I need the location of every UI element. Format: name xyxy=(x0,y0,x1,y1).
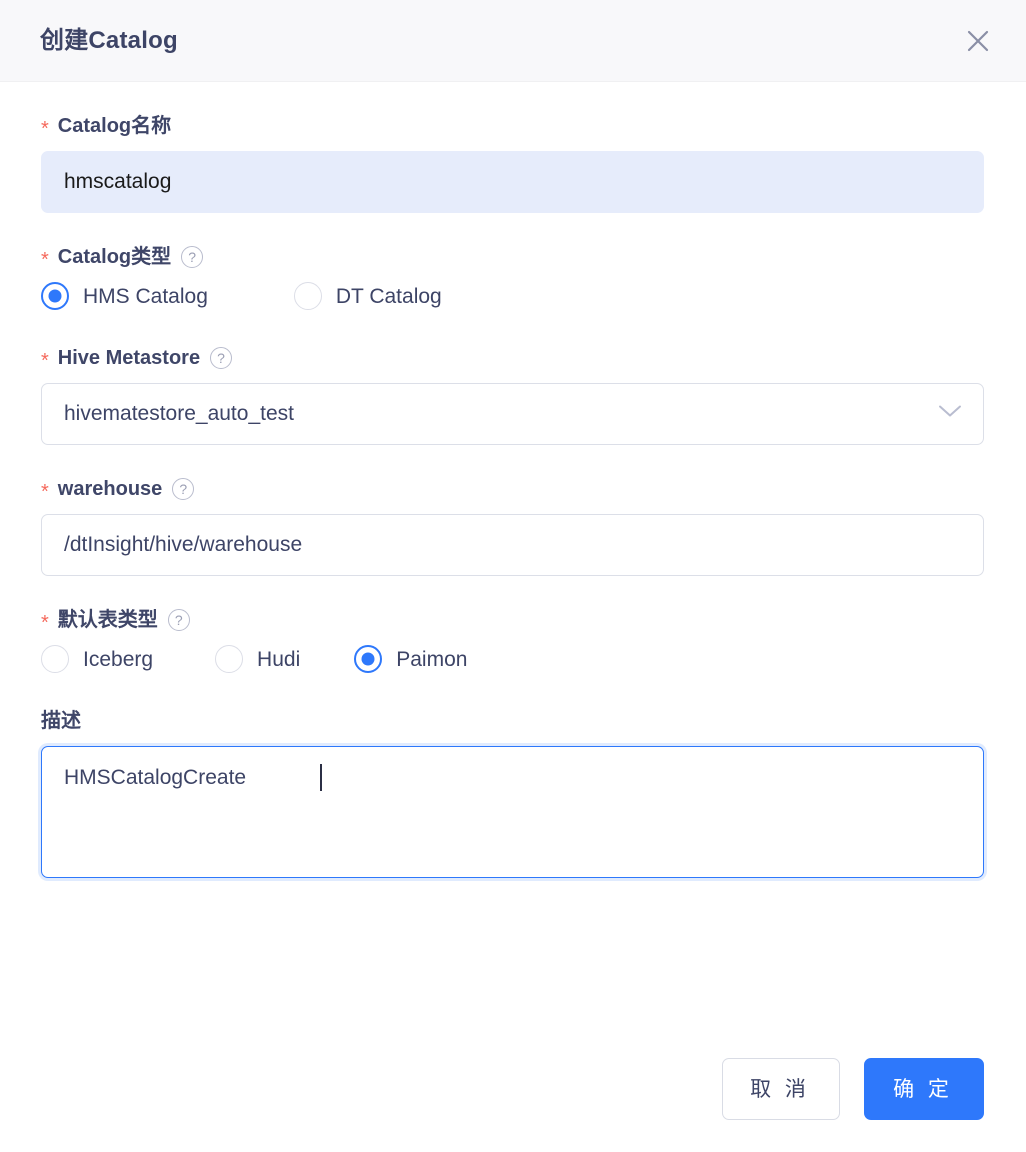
default-table-type-radio-group: Iceberg Hudi Paimon xyxy=(41,645,984,673)
label-text: 默认表类型 xyxy=(57,609,158,631)
help-icon[interactable]: ? xyxy=(167,609,190,631)
radio-indicator xyxy=(41,645,69,673)
field-catalog-type: * Catalog类型 ? HMS Catalog DT Catalog xyxy=(41,246,984,310)
radio-dt-catalog[interactable]: DT Catalog xyxy=(293,282,442,310)
confirm-button[interactable]: 确 定 xyxy=(864,1058,984,1120)
help-icon[interactable]: ? xyxy=(172,478,195,500)
close-button[interactable] xyxy=(956,19,1000,63)
radio-indicator xyxy=(293,282,322,310)
close-icon xyxy=(963,26,993,56)
radio-paimon[interactable]: Paimon xyxy=(354,645,467,673)
label-text: Catalog类型 xyxy=(57,246,172,268)
cancel-button[interactable]: 取 消 xyxy=(722,1058,840,1120)
dialog-footer: 取 消 确 定 xyxy=(0,1036,1026,1152)
required-asterisk: * xyxy=(41,481,49,503)
default-table-type-label: * 默认表类型 ? xyxy=(41,609,984,634)
hive-metastore-input[interactable] xyxy=(41,383,984,445)
create-catalog-dialog: 创建Catalog * Catalog名称 * Catalog类型 ? xyxy=(0,0,1026,1152)
warehouse-label: * warehouse ? xyxy=(41,478,984,503)
field-catalog-name: * Catalog名称 xyxy=(41,115,984,213)
required-asterisk: * xyxy=(41,350,49,372)
field-default-table-type: * 默认表类型 ? Iceberg Hudi Paimon xyxy=(41,609,984,673)
description-label: 描述 xyxy=(41,710,984,732)
radio-indicator xyxy=(215,645,244,673)
field-warehouse: * warehouse ? xyxy=(41,478,984,576)
dialog-body: * Catalog名称 * Catalog类型 ? HMS Catalog DT… xyxy=(0,82,1026,1036)
page-title: 创建Catalog xyxy=(40,26,178,54)
field-hive-metastore: * Hive Metastore ? xyxy=(41,347,984,445)
radio-label: HMS Catalog xyxy=(83,284,208,308)
catalog-name-input[interactable] xyxy=(41,151,984,213)
hive-metastore-label: * Hive Metastore ? xyxy=(41,347,984,372)
help-icon[interactable]: ? xyxy=(210,347,233,369)
dialog-header: 创建Catalog xyxy=(0,0,1026,82)
radio-iceberg[interactable]: Iceberg xyxy=(41,645,153,673)
text-cursor xyxy=(320,764,322,791)
required-asterisk: * xyxy=(41,249,49,271)
description-textarea[interactable] xyxy=(41,746,984,878)
radio-hms-catalog[interactable]: HMS Catalog xyxy=(41,282,208,310)
catalog-type-radio-group: HMS Catalog DT Catalog xyxy=(41,282,984,310)
radio-hudi[interactable]: Hudi xyxy=(215,645,300,673)
label-text: Hive Metastore xyxy=(57,347,201,369)
label-text: 描述 xyxy=(41,710,81,732)
radio-label: Iceberg xyxy=(83,647,154,671)
hive-metastore-select[interactable] xyxy=(41,383,984,445)
radio-indicator xyxy=(354,645,383,673)
radio-label: DT Catalog xyxy=(335,284,442,308)
radio-indicator xyxy=(41,282,69,310)
description-shell xyxy=(41,746,984,878)
catalog-name-label: * Catalog名称 xyxy=(41,115,984,140)
field-description: 描述 xyxy=(41,710,984,878)
radio-label: Hudi xyxy=(257,647,301,671)
required-asterisk: * xyxy=(41,612,49,634)
help-icon[interactable]: ? xyxy=(181,246,204,268)
label-text: Catalog名称 xyxy=(57,115,172,137)
warehouse-input[interactable] xyxy=(41,514,984,576)
radio-label: Paimon xyxy=(396,647,468,671)
required-asterisk: * xyxy=(41,118,49,140)
catalog-type-label: * Catalog类型 ? xyxy=(41,246,984,271)
label-text: warehouse xyxy=(57,478,163,500)
